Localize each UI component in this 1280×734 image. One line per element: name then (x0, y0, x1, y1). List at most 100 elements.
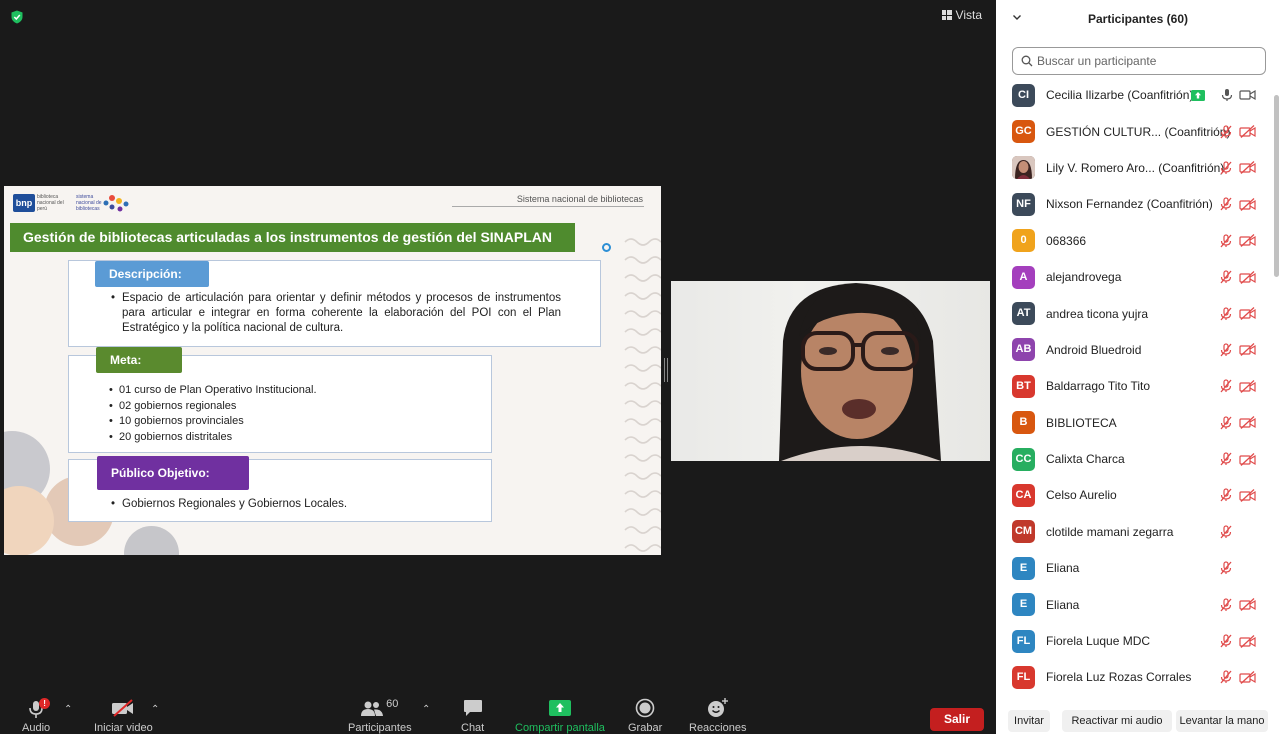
chat-icon (463, 700, 482, 716)
participant-row[interactable]: Lily V. Romero Aro... (Coanfitrión) (996, 150, 1270, 186)
mic-muted-icon (1220, 234, 1232, 248)
participant-row[interactable]: NF Nixson Fernandez (Coanfitrión) (996, 186, 1270, 222)
unmute-button[interactable]: Reactivar mi audio (1062, 710, 1172, 732)
raise-hand-button[interactable]: Levantar la mano (1176, 710, 1268, 732)
audio-options-caret-icon[interactable]: ⌃ (64, 704, 72, 715)
participant-search-input[interactable]: Buscar un participante (1012, 47, 1266, 75)
participant-name: andrea ticona yujra (1046, 306, 1149, 321)
reactions-button[interactable]: Reacciones (689, 694, 746, 734)
avatar: CI (1012, 83, 1035, 107)
mic-muted-icon (1220, 379, 1232, 393)
avatar: NF (1012, 192, 1035, 216)
video-label: Iniciar video (94, 722, 153, 734)
mic-muted-icon (1220, 452, 1232, 466)
avatar: FL (1012, 629, 1035, 653)
audio-button[interactable]: ! Audio (22, 694, 50, 734)
microphone-icon (1221, 89, 1233, 102)
participant-status-icons (1219, 124, 1256, 139)
bullet-item: 01 curso de Plan Operativo Institucional… (109, 383, 317, 399)
participant-row[interactable]: E Eliana (996, 550, 1270, 586)
participant-name: Calixta Charca (1046, 452, 1125, 467)
video-off-icon (1239, 416, 1256, 430)
participant-name: clotilde mamani zegarra (1046, 524, 1174, 539)
participant-row[interactable]: E Eliana (996, 586, 1270, 622)
chat-button[interactable]: Chat (461, 694, 484, 734)
participant-row[interactable]: AB Android Bluedroid (996, 332, 1270, 368)
participant-video[interactable] (671, 281, 990, 461)
participant-row[interactable]: GC GESTIÓN CULTUR... (Coanfitrión) (996, 113, 1270, 149)
participant-name: GESTIÓN CULTUR... (Coanfitrión) (1046, 124, 1231, 139)
video-off-icon (1239, 125, 1256, 139)
participant-status-icons (1219, 561, 1256, 575)
avatar: AB (1012, 338, 1035, 362)
video-off-icon (1239, 634, 1256, 648)
video-off-icon (1239, 598, 1256, 612)
view-button[interactable]: Vista (941, 8, 982, 22)
participant-status-icons (1191, 88, 1256, 102)
participant-status-icons (1219, 270, 1256, 284)
video-off-icon (1239, 234, 1256, 248)
participant-row[interactable]: FL Fiorela Luz Rozas Corrales (996, 659, 1270, 693)
avatar: A (1012, 265, 1035, 289)
participant-row[interactable]: CC Calixta Charca (996, 441, 1270, 477)
participants-options-caret-icon[interactable]: ⌃ (422, 704, 430, 715)
video-options-caret-icon[interactable]: ⌃ (151, 704, 159, 715)
participants-panel: Participantes (60) Buscar un participant… (996, 0, 1280, 734)
participant-row[interactable]: CI Cecilia Ilizarbe (Coanfitrión) (996, 77, 1270, 113)
record-label: Grabar (628, 722, 663, 734)
leave-button[interactable]: Salir (930, 708, 984, 731)
participant-status-icons (1219, 306, 1256, 321)
smiley-icon (707, 698, 728, 717)
record-icon (635, 698, 655, 718)
bullet-item: Gobiernos Regionales y Gobiernos Locales… (109, 498, 347, 510)
video-off-icon (1239, 270, 1256, 284)
panel-title: Participantes (60) (1087, 12, 1189, 26)
video-off-icon (1239, 489, 1256, 502)
screen-share-icon (1191, 89, 1205, 101)
mic-muted-icon (1220, 343, 1232, 357)
avatar: E (1012, 556, 1035, 580)
avatar: GC (1012, 120, 1035, 144)
chat-label: Chat (461, 722, 485, 734)
shield-icon[interactable] (10, 10, 24, 24)
mic-muted-icon (1220, 561, 1232, 575)
invite-button[interactable]: Invitar (1008, 710, 1050, 732)
avatar: CC (1012, 447, 1035, 471)
participant-row[interactable]: CA Celso Aurelio (996, 477, 1270, 513)
record-button[interactable]: Grabar (628, 694, 662, 734)
video-off-icon (1239, 452, 1256, 466)
participant-row[interactable]: 0 068366 (996, 223, 1270, 259)
participants-label: Participantes (348, 722, 412, 734)
mic-muted-icon (1220, 488, 1232, 502)
mic-muted-icon (1220, 197, 1232, 211)
mic-muted-icon (1220, 598, 1232, 612)
participant-row[interactable]: FL Fiorela Luque MDC (996, 623, 1270, 659)
participant-name: BIBLIOTECA (1046, 415, 1117, 430)
participant-list-scrollbar[interactable] (1274, 95, 1279, 277)
decorative-circle (124, 526, 179, 555)
participant-row[interactable]: BT Baldarrago Tito Tito (996, 368, 1270, 404)
meeting-area: Vista bnp biblioteca nacional del perú s… (0, 0, 996, 734)
bullet-item: 20 gobiernos distritales (109, 430, 317, 446)
participant-name: Lily V. Romero Aro... (Coanfitrión) (1046, 160, 1225, 175)
participant-row[interactable]: Aalejandrovega (996, 259, 1270, 295)
participant-status-icons (1219, 598, 1256, 612)
video-off-icon (1239, 670, 1256, 684)
participant-row[interactable]: B BIBLIOTECA (996, 405, 1270, 441)
participants-button[interactable]: 60 Participantes (348, 694, 412, 734)
bullet-item: 10 gobiernos provinciales (109, 414, 317, 430)
share-screen-button[interactable]: Compartir pantalla (515, 694, 605, 734)
public-list: Gobiernos Regionales y Gobiernos Locales… (109, 498, 347, 510)
avatar: BT (1012, 374, 1035, 398)
participant-row[interactable]: CM clotilde mamani zegarra (996, 514, 1270, 550)
bullet-item: 02 gobiernos regionales (109, 399, 317, 415)
video-camera-icon (1239, 90, 1256, 101)
ring-decoration (602, 243, 611, 252)
split-handle[interactable] (664, 358, 668, 382)
participant-status-icons (1219, 416, 1256, 430)
sn-logo-dots (103, 195, 129, 212)
description-list: Espacio de articulación para orientar y … (109, 291, 561, 336)
participant-row[interactable]: AT andrea ticona yujra (996, 295, 1270, 331)
start-video-button[interactable]: Iniciar video (94, 694, 153, 734)
wave-decoration (624, 238, 661, 552)
